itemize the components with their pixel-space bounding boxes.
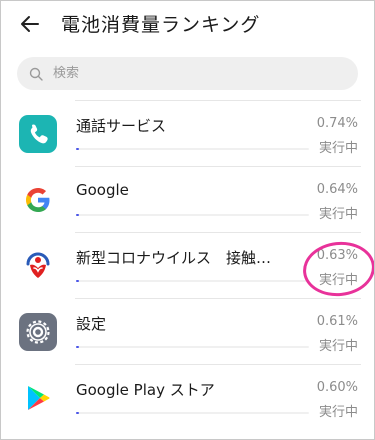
google-play-icon [19,379,57,417]
search-input[interactable] [51,65,335,82]
app-name: 新型コロナウイルス 接触確認アプリ [76,249,281,267]
app-name: Google Play ストア [76,381,215,399]
app-name: 通話サービス [76,117,167,135]
usage-bar-fill [76,148,79,150]
page-title: 電池消費量ランキング [61,14,261,36]
usage-bar-fill [76,412,79,414]
usage-bar-fill [76,214,79,216]
screen: 電池消費量ランキング 通話サービス 0.74% 実行中 [0,0,375,440]
usage-bar-fill [76,280,79,282]
app-name: 設定 [76,315,107,333]
usage-bar [76,148,309,150]
usage-percent: 0.61% [316,314,358,329]
usage-bar [76,412,309,414]
usage-bar-fill [76,346,79,348]
phone-icon [19,115,57,153]
search-icon [29,66,45,82]
usage-percent: 0.64% [316,182,358,197]
search-bar[interactable] [17,57,358,90]
usage-percent: 0.74% [316,116,358,131]
list-item[interactable]: Google 0.64% 実行中 [1,167,374,233]
back-button[interactable] [15,9,45,39]
status-text: 実行中 [318,405,358,420]
app-bar: 電池消費量ランキング [1,1,374,49]
google-icon [19,181,57,219]
arrow-left-icon [21,16,39,32]
list-item[interactable]: Google Play ストア 0.60% 実行中 [1,365,374,431]
list-item[interactable]: 通話サービス 0.74% 実行中 [1,101,374,167]
usage-bar [76,214,309,216]
app-name: Google [76,181,129,199]
usage-bar [76,346,309,348]
settings-gear-icon [19,313,57,351]
usage-bar [76,280,309,282]
status-text: 実行中 [318,339,358,354]
usage-percent: 0.60% [316,380,358,395]
status-text: 実行中 [318,141,358,156]
status-text: 実行中 [318,207,358,222]
list-item[interactable]: 設定 0.61% 実行中 [1,299,374,365]
cocoa-app-icon [19,247,57,285]
